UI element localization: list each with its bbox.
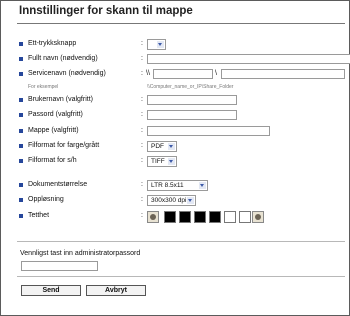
send-button[interactable]: Send [21,285,81,296]
bullet-icon [19,214,23,218]
density-level-6[interactable] [239,211,251,223]
bw-format-select[interactable]: TIFF [147,156,177,167]
quick-key-select[interactable] [147,39,166,50]
bullet-icon [19,42,23,46]
bullet-icon [19,72,23,76]
density-level-2[interactable] [179,211,191,223]
bullet-icon [19,57,23,61]
doc-size-select[interactable]: LTR 8.5x11 [147,180,208,191]
row-folder: Mappe (valgfritt) : [19,126,339,138]
bw-format-label: Filformat for s/h [28,157,77,164]
bullet-icon [19,198,23,202]
row-density: Tetthet : [19,211,339,225]
density-decrease-icon[interactable] [147,211,159,223]
folder-input[interactable] [147,126,270,136]
doc-size-label: Dokumentstørrelse [28,181,88,188]
density-label: Tetthet [28,212,50,219]
color-format-select[interactable]: PDF [147,141,177,152]
example-text: \\Computer_name_or_IP\Share_Folder [147,84,234,90]
service-prefix: \\ [146,70,150,77]
password-label: Passord (valgfritt) [28,111,83,118]
full-name-label: Fullt navn (nødvendig) [28,55,98,62]
service-share-input[interactable] [221,69,345,79]
row-quick-key: Ett-trykksknapp : [19,39,339,51]
density-level-1[interactable] [164,211,176,223]
section-divider [17,241,345,242]
folder-label: Mappe (valgfritt) [28,127,79,134]
chevron-down-icon [168,143,175,150]
row-bw-format: Filformat for s/h : TIFF [19,156,339,168]
row-service-name: Servicenavn (nødvendig) : \\ \ [19,69,345,81]
resolution-select[interactable]: 300x300 dpi [147,195,196,206]
density-level-5[interactable] [224,211,236,223]
density-level-3[interactable] [194,211,206,223]
color-format-label: Filformat for farge/grått [28,142,100,149]
username-label: Brukernavn (valgfritt) [28,96,93,103]
row-full-name: Fullt navn (nødvendig) : [19,54,350,66]
admin-password-prompt: Vennligst tast inn administratorpassord [20,250,141,257]
password-input[interactable] [147,110,237,120]
admin-password-input[interactable] [21,261,98,271]
chevron-down-icon [157,41,164,48]
row-color-format: Filformat for farge/grått : PDF [19,141,339,153]
density-increase-icon[interactable] [252,211,264,223]
bullet-icon [19,129,23,133]
scan-to-folder-panel: Innstillinger for skann til mappe Ett-tr… [0,0,350,316]
cancel-button[interactable]: Avbryt [86,285,146,296]
bullet-icon [19,183,23,187]
quick-key-label: Ett-trykksknapp [28,40,77,47]
bullet-icon [19,113,23,117]
chevron-down-icon [199,182,206,189]
full-name-input[interactable] [147,54,350,64]
chevron-down-icon [187,197,194,204]
service-name-label: Servicenavn (nødvendig) [28,70,106,77]
title-divider [17,23,345,24]
service-separator: \ [215,70,217,77]
username-input[interactable] [147,95,237,105]
chevron-down-icon [168,158,175,165]
density-level-4[interactable] [209,211,221,223]
row-password: Passord (valgfritt) : [19,110,339,122]
example-label: For eksempel [28,84,59,90]
bullet-icon [19,98,23,102]
row-resolution: Oppløsning : 300x300 dpi [19,195,339,207]
bullet-icon [19,159,23,163]
row-username: Brukernavn (valgfritt) : [19,95,339,107]
section-divider [17,276,345,277]
page-title: Innstillinger for skann til mappe [19,5,193,17]
bullet-icon [19,144,23,148]
row-doc-size: Dokumentstørrelse : LTR 8.5x11 [19,180,339,192]
service-host-input[interactable] [153,69,213,79]
resolution-label: Oppløsning [28,196,64,203]
